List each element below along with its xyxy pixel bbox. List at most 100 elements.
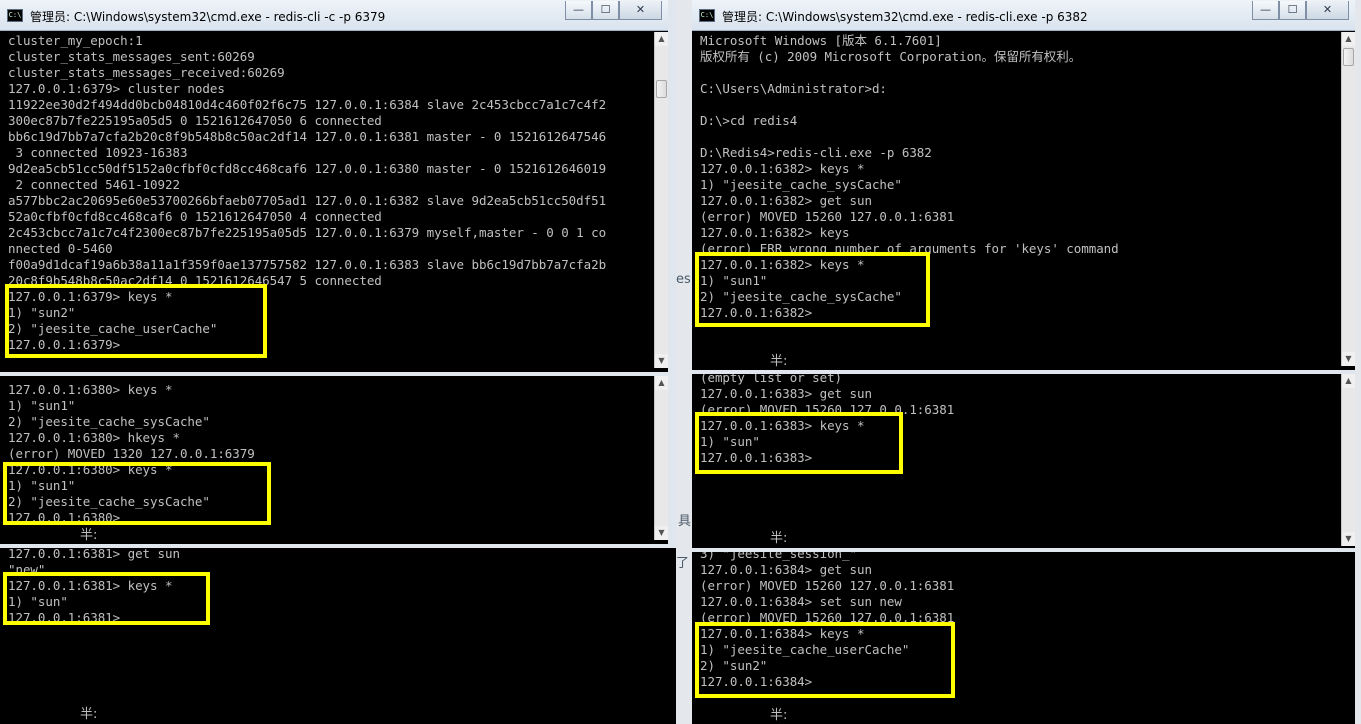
console-line: 127.0.0.1:6383> get sun	[700, 386, 872, 401]
console-line: 2c453cbcc7a1c7c4f2300ec87b7fe225195a05d5…	[8, 225, 607, 240]
console-output[interactable]: Microsoft Windows [版本 6.1.7601] 版权所有 (c)…	[700, 33, 1341, 370]
console-line: 127.0.0.1:6384> get sun	[700, 562, 872, 577]
console-line: 11922ee30d2f494dd0bcb04810d4c460f02f6c75…	[8, 97, 607, 112]
ime-indicator: 半:	[80, 707, 98, 722]
scroll-down-arrow-icon[interactable]: ▼	[1342, 352, 1355, 366]
console-line: 127.0.0.1:6382> keys *	[700, 161, 865, 176]
console-line: 127.0.0.1:6383>	[700, 450, 813, 465]
console-line: 1) "sun"	[8, 594, 68, 609]
vertical-scrollbar[interactable]: ▲ ▼	[1341, 32, 1355, 366]
console-output[interactable]: 127.0.0.1:6380> keys * 1) "sun1" 2) "jee…	[8, 382, 654, 544]
scroll-down-arrow-icon[interactable]: ▼	[655, 354, 668, 368]
console-line: bb6c19d7bb7a7cfa2b20c8f9b548b8c50ac2df14…	[8, 129, 607, 144]
console-line: nnected 0-5460	[8, 241, 113, 256]
title-bar[interactable]: C:\ 管理员: C:\Windows\system32\cmd.exe - r…	[0, 0, 668, 31]
cmd-app-icon: C:\	[7, 9, 23, 22]
minimize-button[interactable]: —	[565, 1, 592, 20]
ime-indicator: 半:	[770, 708, 788, 723]
console-line: 1) "sun1"	[8, 478, 76, 493]
close-button[interactable]: ✕	[619, 1, 662, 20]
ime-indicator: 半:	[770, 354, 788, 369]
ime-indicator: 半:	[770, 531, 788, 546]
console-line: (error) MOVED 15260 127.0.0.1:6381	[700, 209, 955, 224]
scroll-up-arrow-icon[interactable]: ▲	[655, 32, 668, 46]
console-line: a577bbc2ac20695e60e53700266bfaeb07705ad1…	[8, 193, 607, 208]
cmd-window-6380[interactable]: 127.0.0.1:6380> keys * 1) "sun1" 2) "jee…	[0, 376, 668, 544]
vertical-scrollbar[interactable]: ▲ ▼	[1341, 374, 1355, 546]
console-line: D:\Redis4>redis-cli.exe -p 6382	[700, 145, 932, 160]
scrollbar-thumb[interactable]	[1343, 48, 1354, 66]
console-line: 9d2ea5cb51cc50df5152a0cfbf0cfd8cc468caf6…	[8, 161, 607, 176]
console-line: 1) "sun"	[700, 434, 760, 449]
scrollbar-thumb[interactable]	[656, 80, 667, 98]
console-line: 版权所有 (c) 2009 Microsoft Corporation。保留所有…	[700, 49, 1082, 64]
maximize-button[interactable]: ☐	[1279, 1, 1306, 20]
cmd-window-6384[interactable]: 3) "jeesite_session_" 127.0.0.1:6384> ge…	[692, 552, 1355, 724]
background-fragment: 具	[678, 514, 692, 529]
console-line: 1) "sun2"	[8, 305, 76, 320]
console-output[interactable]: 127.0.0.1:6381> get sun "new" 127.0.0.1:…	[8, 548, 676, 724]
console-line: 127.0.0.1:6382>	[700, 305, 813, 320]
scroll-down-arrow-icon[interactable]: ▼	[655, 526, 668, 540]
console-line: 127.0.0.1:6380> keys *	[8, 462, 173, 477]
cmd-window-6383[interactable]: (empty list or set) 127.0.0.1:6383> get …	[692, 374, 1355, 548]
desktop-gap-right	[1355, 0, 1361, 724]
console-line: (error) MOVED 1320 127.0.0.1:6379	[8, 446, 255, 461]
console-line: 127.0.0.1:6381>	[8, 610, 121, 625]
scroll-up-arrow-icon[interactable]: ▲	[1342, 374, 1355, 388]
console-line: 127.0.0.1:6382> keys	[700, 225, 850, 240]
console-line: 2) "jeesite_cache_sysCache"	[8, 494, 210, 509]
console-line: 127.0.0.1:6384> set sun new	[700, 594, 902, 609]
console-line: D:\>cd redis4	[700, 113, 798, 128]
title-bar[interactable]: C:\ 管理员: C:\Windows\system32\cmd.exe - r…	[692, 0, 1355, 31]
console-line: f00a9d1dcaf19a6b38a11a1f359f0ae137757582…	[8, 257, 607, 272]
console-line: 2) "sun2"	[700, 658, 768, 673]
console-line: 2) "jeesite_cache_sysCache"	[700, 289, 902, 304]
console-line: 1) "sun1"	[8, 398, 76, 413]
cmd-window-6381[interactable]: 127.0.0.1:6381> get sun "new" 127.0.0.1:…	[0, 548, 676, 724]
console-line: cluster_stats_messages_received:60269	[8, 65, 285, 80]
cmd-window-6379[interactable]: C:\ 管理员: C:\Windows\system32\cmd.exe - r…	[0, 0, 668, 372]
console-line: C:\Users\Administrator>d:	[700, 81, 887, 96]
minimize-button[interactable]: —	[1252, 1, 1279, 20]
console-line: 20c8f9b548b8c50ac2df14 0 1521612646547 5…	[8, 273, 382, 288]
console-output[interactable]: cluster_my_epoch:1 cluster_stats_message…	[8, 33, 654, 372]
console-line: 127.0.0.1:6379>	[8, 337, 121, 352]
console-line: 127.0.0.1:6381> get sun	[8, 548, 180, 561]
console-line: 1) "sun1"	[700, 273, 768, 288]
scroll-down-arrow-icon[interactable]: ▼	[1342, 532, 1355, 546]
maximize-button[interactable]: ☐	[592, 1, 619, 20]
background-fragment: es	[676, 272, 691, 287]
ime-indicator: 半:	[80, 528, 98, 543]
window-title: 管理员: C:\Windows\system32\cmd.exe - redis…	[722, 10, 1088, 24]
console-line: 127.0.0.1:6380> hkeys *	[8, 430, 180, 445]
console-line: 300ec87b7fe225195a05d5 0 1521612647050 6…	[8, 113, 382, 128]
console-line: (error) ERR wrong number of arguments fo…	[700, 241, 1119, 256]
console-output[interactable]: 3) "jeesite_session_" 127.0.0.1:6384> ge…	[700, 552, 1341, 724]
console-line: 1) "jeesite_cache_sysCache"	[700, 177, 902, 192]
cmd-app-icon: C:\	[699, 9, 715, 22]
cmd-window-6382[interactable]: C:\ 管理员: C:\Windows\system32\cmd.exe - r…	[692, 0, 1355, 370]
console-line: 1) "jeesite_cache_userCache"	[700, 642, 910, 657]
console-line: 127.0.0.1:6379> keys *	[8, 289, 173, 304]
console-line: 127.0.0.1:6379> cluster nodes	[8, 81, 225, 96]
console-line: 52a0cfbf0cfd8cc468caf6 0 1521612647050 4…	[8, 209, 382, 224]
console-line: 127.0.0.1:6381> keys *	[8, 578, 173, 593]
console-line: cluster_stats_messages_sent:60269	[8, 49, 255, 64]
scroll-up-arrow-icon[interactable]: ▲	[1342, 32, 1355, 46]
vertical-scrollbar[interactable]: ▲ ▼	[654, 32, 668, 368]
console-line: 127.0.0.1:6382> get sun	[700, 193, 872, 208]
close-button[interactable]: ✕	[1306, 1, 1349, 20]
console-line: 127.0.0.1:6380>	[8, 510, 121, 525]
console-line: (error) MOVED 15260 127.0.0.1:6381	[700, 578, 955, 593]
vertical-scrollbar[interactable]: ▲ ▼	[654, 376, 668, 540]
console-line: 127.0.0.1:6382> keys *	[700, 257, 865, 272]
scroll-up-arrow-icon[interactable]: ▲	[655, 376, 668, 390]
console-line: 2 connected 5461-10922	[8, 177, 180, 192]
console-line: "new"	[8, 562, 46, 577]
console-output[interactable]: (empty list or set) 127.0.0.1:6383> get …	[700, 374, 1341, 548]
console-line: cluster_my_epoch:1	[8, 33, 143, 48]
